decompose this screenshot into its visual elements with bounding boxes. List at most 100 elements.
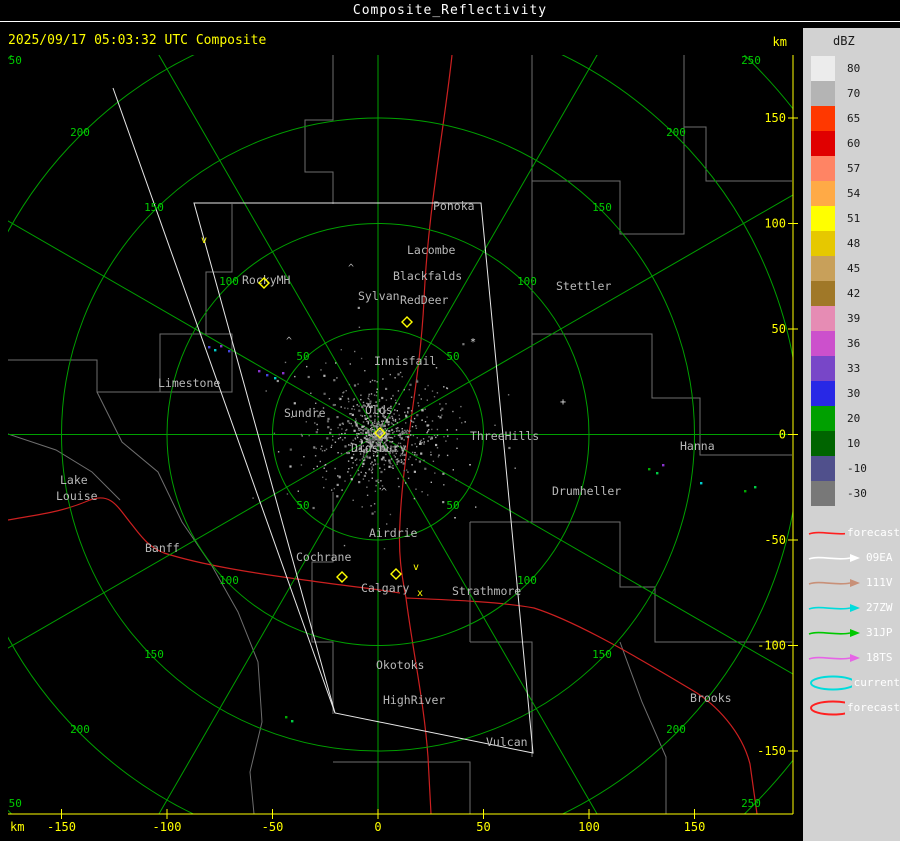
map-symbol: ^: [286, 336, 292, 347]
colorbar-swatch: [811, 156, 835, 181]
echo-pixel: [282, 372, 285, 375]
colorbar-band: 10: [803, 431, 900, 456]
ring-distance-label: 100: [517, 275, 537, 288]
colorbar-band: 45: [803, 256, 900, 281]
radar-map: 50 50 50 50 100 100 100 100 150 150 150 150 200 200 20…: [0, 22, 803, 841]
echo-pixel: [648, 468, 651, 471]
legend-item: forecast: [803, 695, 900, 720]
ring-distance-label: 250: [741, 54, 761, 67]
city-label: RedDeer: [400, 293, 449, 307]
colorbar-swatch: [811, 481, 835, 506]
bottom-axis-label: 50: [476, 820, 490, 834]
legend-label: forecast: [847, 526, 900, 539]
colorbar-value: 20: [847, 412, 861, 425]
legend-item: 27ZW: [803, 595, 900, 620]
colorbar-value: 70: [847, 87, 861, 100]
colorbar-band: 60: [803, 131, 900, 156]
legend-arrow-icon: [808, 628, 860, 637]
city-label: Banff: [145, 541, 180, 555]
ring-distance-label: 250: [741, 797, 761, 810]
legend-ellipse-icon: [810, 675, 852, 690]
colorbar-value: 36: [847, 337, 861, 350]
echo-pixel: [220, 345, 223, 348]
echo-pixel: [274, 377, 277, 380]
right-axis-label: 100: [764, 217, 786, 231]
ring-distance-label: 200: [666, 126, 686, 139]
legend-list: forecast 09EA 111V 27ZW 31JP 18TS current forec…: [803, 520, 900, 720]
right-axis-label: -50: [764, 533, 786, 547]
bottom-axis-label: -100: [153, 820, 182, 834]
page-title: Composite_Reflectivity: [352, 3, 548, 18]
legend-ellipse-icon: [810, 700, 846, 715]
right-axis-label: 0: [779, 428, 786, 442]
map-symbol: ^: [348, 263, 354, 274]
legend-item: 18TS: [803, 645, 900, 670]
colorbar-value: 30: [847, 387, 861, 400]
km-unit-top: km: [773, 35, 787, 49]
colorbar-band: 39: [803, 306, 900, 331]
legend-label: forecast: [847, 701, 900, 714]
ring-distance-label: 150: [144, 201, 164, 214]
colorbar-swatch: [811, 431, 835, 456]
colorbar-swatch: [811, 331, 835, 356]
colorbar-swatch: [811, 406, 835, 431]
map-symbol: v: [413, 562, 419, 573]
city-label: Lacombe: [407, 243, 456, 257]
legend-label: 18TS: [866, 651, 893, 664]
legend-label: 111V: [866, 576, 893, 589]
colorbar-band: 54: [803, 181, 900, 206]
colorbar-band: 48: [803, 231, 900, 256]
city-label: Brooks: [690, 691, 732, 705]
city-label: Innisfail: [374, 354, 436, 368]
city-label: Okotoks: [376, 658, 424, 672]
colorbar-band: 70: [803, 81, 900, 106]
colorbar-swatch: [811, 381, 835, 406]
city-label: Stettler: [556, 279, 611, 293]
map-symbol: ·: [452, 513, 458, 524]
colorbar-title: dBZ: [833, 34, 855, 48]
city-label: Blackfalds: [393, 269, 462, 283]
ring-distance-label: 200: [70, 723, 90, 736]
city-label: Limestone: [158, 376, 220, 390]
legend-item: 31JP: [803, 620, 900, 645]
echo-pixel: [228, 350, 231, 353]
legend-arrow-icon: [808, 531, 846, 535]
echo-pixel: [656, 472, 659, 475]
city-label: Drumheller: [552, 484, 621, 498]
colorbar-value: 51: [847, 212, 861, 225]
map-symbol: v: [201, 235, 207, 246]
city-label: Ponoka: [433, 199, 475, 213]
map-symbol: +: [560, 397, 566, 408]
legend-arrow-icon: [808, 578, 860, 587]
legend-label: current: [853, 676, 900, 689]
radar-app-window: 50 50 50 50 100 100 100 100 150 150 150 150 200 200 20…: [0, 0, 900, 841]
echo-pixel: [754, 486, 757, 489]
colorbar-value: -30: [847, 487, 867, 500]
colorbar-value: -10: [847, 462, 867, 475]
city-label: Calgary: [361, 581, 410, 595]
city-label: Sylvan: [358, 289, 400, 303]
city-label: Hanna: [680, 439, 715, 453]
colorbar-band: -30: [803, 481, 900, 506]
ring-distance-label: 100: [219, 275, 239, 288]
ring-distance-label: 150: [144, 648, 164, 661]
map-symbol: x: [417, 588, 423, 599]
colorbar-swatch: [811, 206, 835, 231]
colorbar-value: 80: [847, 62, 861, 75]
ring-distance-label: 50: [296, 499, 309, 512]
map-symbol: ·: [467, 460, 473, 471]
ring-distance-label: 100: [219, 574, 239, 587]
city-label: Strathmore: [452, 584, 521, 598]
colorbar-value: 60: [847, 137, 861, 150]
ring-distance-label: 200: [666, 723, 686, 736]
echo-pixel: [214, 349, 217, 352]
city-label: Louise: [56, 489, 98, 503]
bottom-axis-label: -50: [262, 820, 284, 834]
city-label: ThreeHills: [470, 429, 539, 443]
colorbar-band: 30: [803, 381, 900, 406]
legend-label: 31JP: [866, 626, 893, 639]
city-label: Lake: [60, 473, 88, 487]
right-axis-label: -100: [757, 639, 786, 653]
echo-pixel: [744, 490, 747, 493]
city-label: HighRiver: [383, 693, 445, 707]
